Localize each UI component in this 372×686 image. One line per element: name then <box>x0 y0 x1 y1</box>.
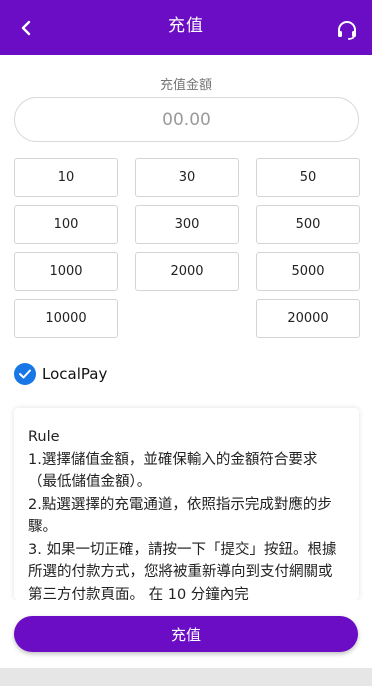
chevron-left-icon <box>21 20 31 36</box>
preset-amount-button[interactable]: 1000 <box>14 252 118 291</box>
preset-amount-button[interactable]: 20000 <box>256 299 360 338</box>
preset-amount-button[interactable]: 50 <box>256 158 360 197</box>
rules-text: 1.選擇儲值金額，並確保輸入的金額符合要求（最低儲值金額）。 2.點選選擇的充電… <box>28 451 337 601</box>
payment-method-localpay[interactable]: LocalPay <box>14 362 107 386</box>
rules-content: Rule 1.選擇儲值金額，並確保輸入的金額符合要求（最低儲值金額）。 2.點選選… <box>14 408 359 600</box>
customer-service-button[interactable] <box>336 19 358 41</box>
recharge-submit-button[interactable]: 充值 <box>14 616 358 652</box>
preset-amount-button[interactable]: 10000 <box>14 299 118 338</box>
preset-amount-button[interactable]: 500 <box>256 205 360 244</box>
preset-amount-button[interactable]: 300 <box>135 205 239 244</box>
back-button[interactable] <box>16 18 36 38</box>
preset-amount-button[interactable]: 2000 <box>135 252 239 291</box>
checkmark-circle-icon <box>14 363 36 385</box>
amount-label: 充值金額 <box>159 78 212 93</box>
preset-amount-button[interactable]: 10 <box>14 158 118 197</box>
page-title: 充值 <box>168 16 204 36</box>
rules-panel[interactable]: Rule 1.選擇儲值金額，並確保輸入的金額符合要求（最低儲值金額）。 2.點選選… <box>14 408 359 600</box>
bottom-strip <box>0 668 372 686</box>
rules-title: Rule <box>28 429 60 445</box>
amount-input[interactable] <box>14 97 359 142</box>
payment-method-label: LocalPay <box>42 365 108 383</box>
preset-amount-button[interactable]: 30 <box>135 158 239 197</box>
preset-amount-button[interactable]: 5000 <box>256 252 360 291</box>
preset-amount-button[interactable]: 100 <box>14 205 118 244</box>
headset-icon <box>338 21 356 40</box>
top-bar: 充值 <box>0 0 372 55</box>
